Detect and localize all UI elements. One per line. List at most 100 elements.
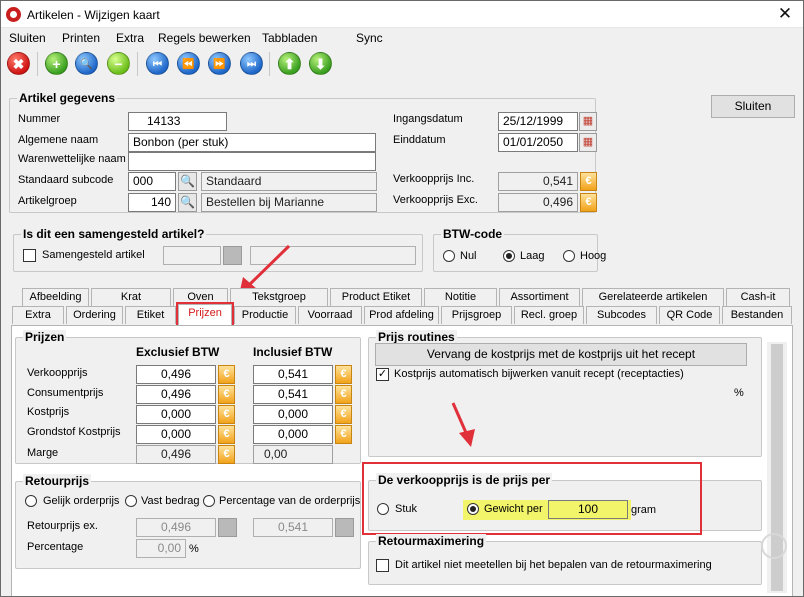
grondstof-kostprijs-excl[interactable]: 0,000 (136, 425, 216, 444)
tab-krat[interactable]: Krat (91, 288, 171, 306)
artikelgroep-name: Bestellen bij Marianne (201, 193, 377, 212)
euro-icon[interactable]: € (335, 425, 352, 444)
percentage-orderprijs-radio[interactable] (203, 495, 215, 507)
add-icon[interactable]: + (45, 52, 68, 75)
first-icon[interactable]: ⏮ (146, 52, 169, 75)
btw-nul-label: Nul (460, 250, 477, 262)
title-bar: Artikelen - Wijzigen kaart ✕ (1, 1, 803, 28)
kostprijs-auto-label: Kostprijs automatisch bijwerken vanuit r… (394, 368, 684, 380)
subcode-search-icon[interactable]: 🔍 (178, 172, 197, 191)
consumentprijs-incl[interactable]: 0,541 (253, 385, 333, 404)
prijzen-legend: Prijzen (23, 330, 67, 344)
kostprijs-incl[interactable]: 0,000 (253, 405, 333, 424)
euro-icon[interactable]: € (580, 172, 597, 191)
euro-icon[interactable]: € (580, 193, 597, 212)
btw-hoog-radio[interactable] (563, 250, 575, 262)
consumentprijs-excl[interactable]: 0,496 (136, 385, 216, 404)
tab-assortiment[interactable]: Assortiment (499, 288, 580, 306)
euro-icon[interactable]: € (218, 425, 235, 444)
euro-icon[interactable]: € (218, 365, 235, 384)
tab-afbeelding[interactable]: Afbeelding (22, 288, 89, 306)
gelijk-orderprijs-radio[interactable] (25, 495, 37, 507)
close-icon[interactable]: ✕ (769, 2, 801, 26)
sluiten-button[interactable]: Sluiten (711, 95, 795, 118)
tab-notitie[interactable]: Notitie (424, 288, 497, 306)
tab-etiket[interactable]: Etiket (125, 306, 176, 324)
calendar-icon[interactable]: ▦ (579, 133, 597, 152)
menu-extra[interactable]: Extra (116, 31, 144, 45)
euro-icon[interactable]: € (218, 385, 235, 404)
tab-subcodes[interactable]: Subcodes (586, 306, 657, 324)
tab-gerelateerde-artikelen[interactable]: Gerelateerde artikelen (582, 288, 724, 306)
tab-extra[interactable]: Extra (12, 306, 64, 324)
remove-icon[interactable]: − (107, 52, 130, 75)
tab-ordering[interactable]: Ordering (66, 306, 123, 324)
grondstof-kostprijs-label: Grondstof Kostprijs (27, 426, 121, 438)
btw-nul-radio[interactable] (443, 250, 455, 262)
artikelgroep-search-icon[interactable]: 🔍 (178, 193, 197, 212)
search-icon[interactable]: 🔍 (75, 52, 98, 75)
vast-bedrag-radio[interactable] (125, 495, 137, 507)
verkoopprijs-excl[interactable]: 0,496 (136, 365, 216, 384)
tab-productie[interactable]: Productie (234, 306, 296, 324)
prev-icon[interactable]: ⏪ (177, 52, 200, 75)
tab-cash-it[interactable]: Cash-it (726, 288, 790, 306)
algemene-naam-label: Algemene naam (18, 134, 99, 146)
menu-printen[interactable]: Printen (62, 31, 100, 45)
calendar-icon[interactable]: ▦ (579, 112, 597, 131)
tab-prijsgroep[interactable]: Prijsgroep (441, 306, 512, 324)
nummer-field[interactable]: 14133 (128, 112, 227, 131)
tab-tekstgroep[interactable]: Tekstgroep (230, 288, 328, 306)
einddatum-field[interactable]: 01/01/2050 (498, 133, 578, 152)
retourmax-legend: Retourmaximering (376, 534, 487, 548)
einddatum-label: Einddatum (393, 134, 446, 146)
subcode-field[interactable]: 000 (128, 172, 176, 191)
down-icon[interactable]: ⬇ (309, 52, 332, 75)
kostprijs-excl[interactable]: 0,000 (136, 405, 216, 424)
tab-prod-afdeling[interactable]: Prod afdeling (364, 306, 439, 324)
warenwet-field[interactable] (128, 152, 376, 171)
last-icon[interactable]: ⏭ (240, 52, 263, 75)
vp-exc-label: Verkoopprijs Exc. (393, 194, 478, 206)
samengesteld-checkbox[interactable] (23, 249, 36, 262)
artikelgroep-field[interactable]: 140 (128, 193, 176, 212)
ingangsdatum-label: Ingangsdatum (393, 113, 463, 125)
cancel-icon[interactable]: ✖ (7, 52, 30, 75)
window-title: Artikelen - Wijzigen kaart (27, 8, 160, 22)
next-icon[interactable]: ⏩ (208, 52, 231, 75)
verkoopprijs-incl[interactable]: 0,541 (253, 365, 333, 384)
artikelgroep-label: Artikelgroep (18, 195, 77, 207)
menu-sluiten[interactable]: Sluiten (9, 31, 46, 45)
consumentprijs-label: Consumentprijs (27, 387, 104, 399)
algemene-naam-field[interactable]: Bonbon (per stuk) (128, 133, 376, 152)
tab-voorraad[interactable]: Voorraad (298, 306, 362, 324)
vp-inc-field: 0,541 (498, 172, 578, 191)
euro-icon[interactable]: € (335, 385, 352, 404)
toolbar: ✖ + 🔍 − ⏮ ⏪ ⏩ ⏭ ⬆ ⬇ (1, 49, 803, 77)
ingangsdatum-field[interactable]: 25/12/1999 (498, 112, 578, 131)
verkoopprijs-per-highlight-box (362, 462, 702, 535)
subcode-label: Standaard subcode (18, 174, 114, 186)
tab-product-etiket[interactable]: Product Etiket (330, 288, 422, 306)
menu-sync[interactable]: Sync (356, 31, 383, 45)
euro-icon[interactable]: € (335, 405, 352, 424)
euro-icon[interactable]: € (335, 365, 352, 384)
samengesteld-legend: Is dit een samengesteld artikel? (21, 227, 207, 241)
euro-icon[interactable]: € (218, 405, 235, 424)
btw-laag-radio[interactable] (503, 250, 515, 262)
euro-icon[interactable]: € (218, 445, 235, 464)
toolbar-separator (137, 52, 138, 76)
tab-recl-groep[interactable]: Recl. groep (514, 306, 584, 324)
grondstof-kostprijs-incl[interactable]: 0,000 (253, 425, 333, 444)
vervang-kostprijs-button[interactable]: Vervang de kostprijs met de kostprijs ui… (375, 343, 747, 366)
kostprijs-auto-checkbox[interactable]: ✓ (376, 368, 389, 381)
tab-bestanden[interactable]: Bestanden (722, 306, 792, 324)
routines-percent-sign: % (734, 387, 744, 399)
retourmax-checkbox[interactable] (376, 559, 389, 572)
tab-qr-code[interactable]: QR Code (659, 306, 720, 324)
nummer-label: Nummer (18, 113, 61, 125)
up-icon[interactable]: ⬆ (278, 52, 301, 75)
menu-regels-bewerken[interactable]: Regels bewerken (158, 31, 251, 45)
retourprijs-ex-button (218, 518, 237, 537)
menu-tabbladen[interactable]: Tabbladen (262, 31, 317, 45)
